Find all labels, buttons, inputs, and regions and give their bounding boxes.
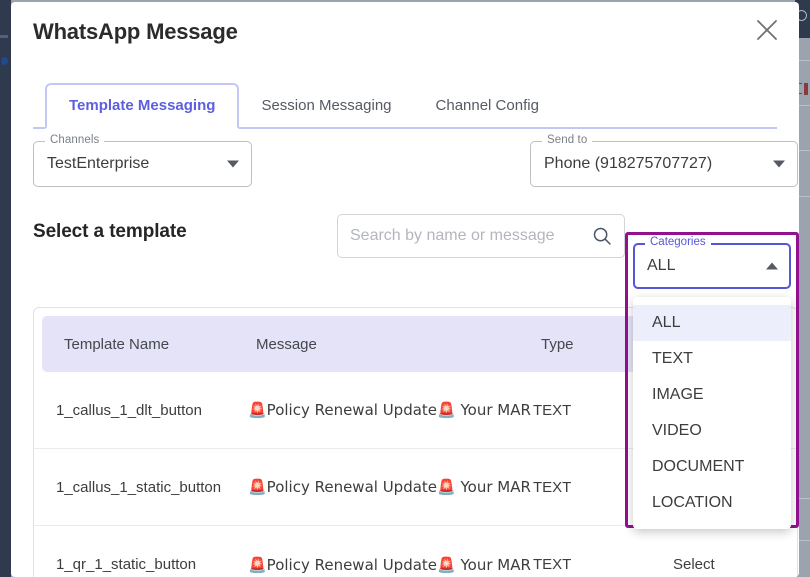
background-chip-swatch bbox=[804, 82, 808, 95]
select-template-link[interactable]: Select bbox=[673, 556, 797, 573]
column-header-message: Message bbox=[256, 335, 317, 353]
tab-channel-config[interactable]: Channel Config bbox=[414, 83, 561, 129]
channels-value: TestEnterprise bbox=[47, 155, 150, 172]
categories-value: ALL bbox=[647, 257, 676, 274]
background-rail-divider bbox=[0, 35, 8, 38]
categories-select[interactable]: Categories ALL bbox=[633, 236, 791, 289]
table-row[interactable]: 1_qr_1_static_button 🚨Policy Renewal Upd… bbox=[34, 526, 797, 577]
chevron-up-icon[interactable] bbox=[766, 262, 778, 270]
cell-template-name: 1_callus_1_dlt_button bbox=[56, 401, 202, 419]
search-box[interactable] bbox=[337, 214, 625, 258]
tab-session-messaging[interactable]: Session Messaging bbox=[239, 83, 413, 129]
categories-dropdown-menu: ALL TEXT IMAGE VIDEO DOCUMENT LOCATION bbox=[633, 297, 791, 529]
channels-select[interactable]: Channels TestEnterprise bbox=[33, 134, 252, 187]
chevron-down-icon[interactable] bbox=[227, 160, 239, 168]
category-option-video[interactable]: VIDEO bbox=[633, 413, 791, 449]
cell-message: 🚨Policy Renewal Update🚨 Your MAR bbox=[248, 401, 531, 419]
search-icon bbox=[592, 226, 612, 246]
category-option-text[interactable]: TEXT bbox=[633, 341, 791, 377]
cell-template-name: 1_qr_1_static_button bbox=[56, 556, 197, 573]
category-option-all[interactable]: ALL bbox=[633, 305, 791, 341]
dialog-header: WhatsApp Message bbox=[11, 2, 799, 72]
column-header-template-name: Template Name bbox=[64, 335, 170, 353]
cell-type: TEXT bbox=[533, 556, 572, 573]
cell-message: 🚨Policy Renewal Update🚨 Your MAR bbox=[248, 478, 531, 496]
background-nav-rail bbox=[0, 0, 11, 577]
category-option-image[interactable]: IMAGE bbox=[633, 377, 791, 413]
tab-template-messaging[interactable]: Template Messaging bbox=[45, 83, 240, 129]
cell-message: 🚨Policy Renewal Update🚨 Your MAR bbox=[248, 555, 531, 574]
chevron-down-icon[interactable] bbox=[773, 160, 785, 168]
cell-template-name: 1_callus_1_static_button bbox=[56, 478, 222, 496]
category-option-document[interactable]: DOCUMENT bbox=[633, 449, 791, 485]
send-to-value: Phone (918275707727) bbox=[544, 155, 713, 172]
background-rail-avatar bbox=[1, 57, 8, 65]
search-input[interactable] bbox=[350, 227, 586, 245]
page-title: WhatsApp Message bbox=[33, 19, 238, 44]
category-option-location[interactable]: LOCATION bbox=[633, 485, 791, 521]
dialog-tabs: Template Messaging Session Messaging Cha… bbox=[11, 79, 799, 129]
select-template-heading: Select a template bbox=[33, 221, 187, 242]
send-to-select[interactable]: Send to Phone (918275707727) bbox=[530, 134, 798, 187]
whatsapp-message-dialog: WhatsApp Message Template Messaging Sess… bbox=[11, 2, 799, 577]
close-icon[interactable] bbox=[747, 10, 787, 50]
dialog-form-row: Channels TestEnterprise Send to Phone (9… bbox=[11, 129, 799, 209]
